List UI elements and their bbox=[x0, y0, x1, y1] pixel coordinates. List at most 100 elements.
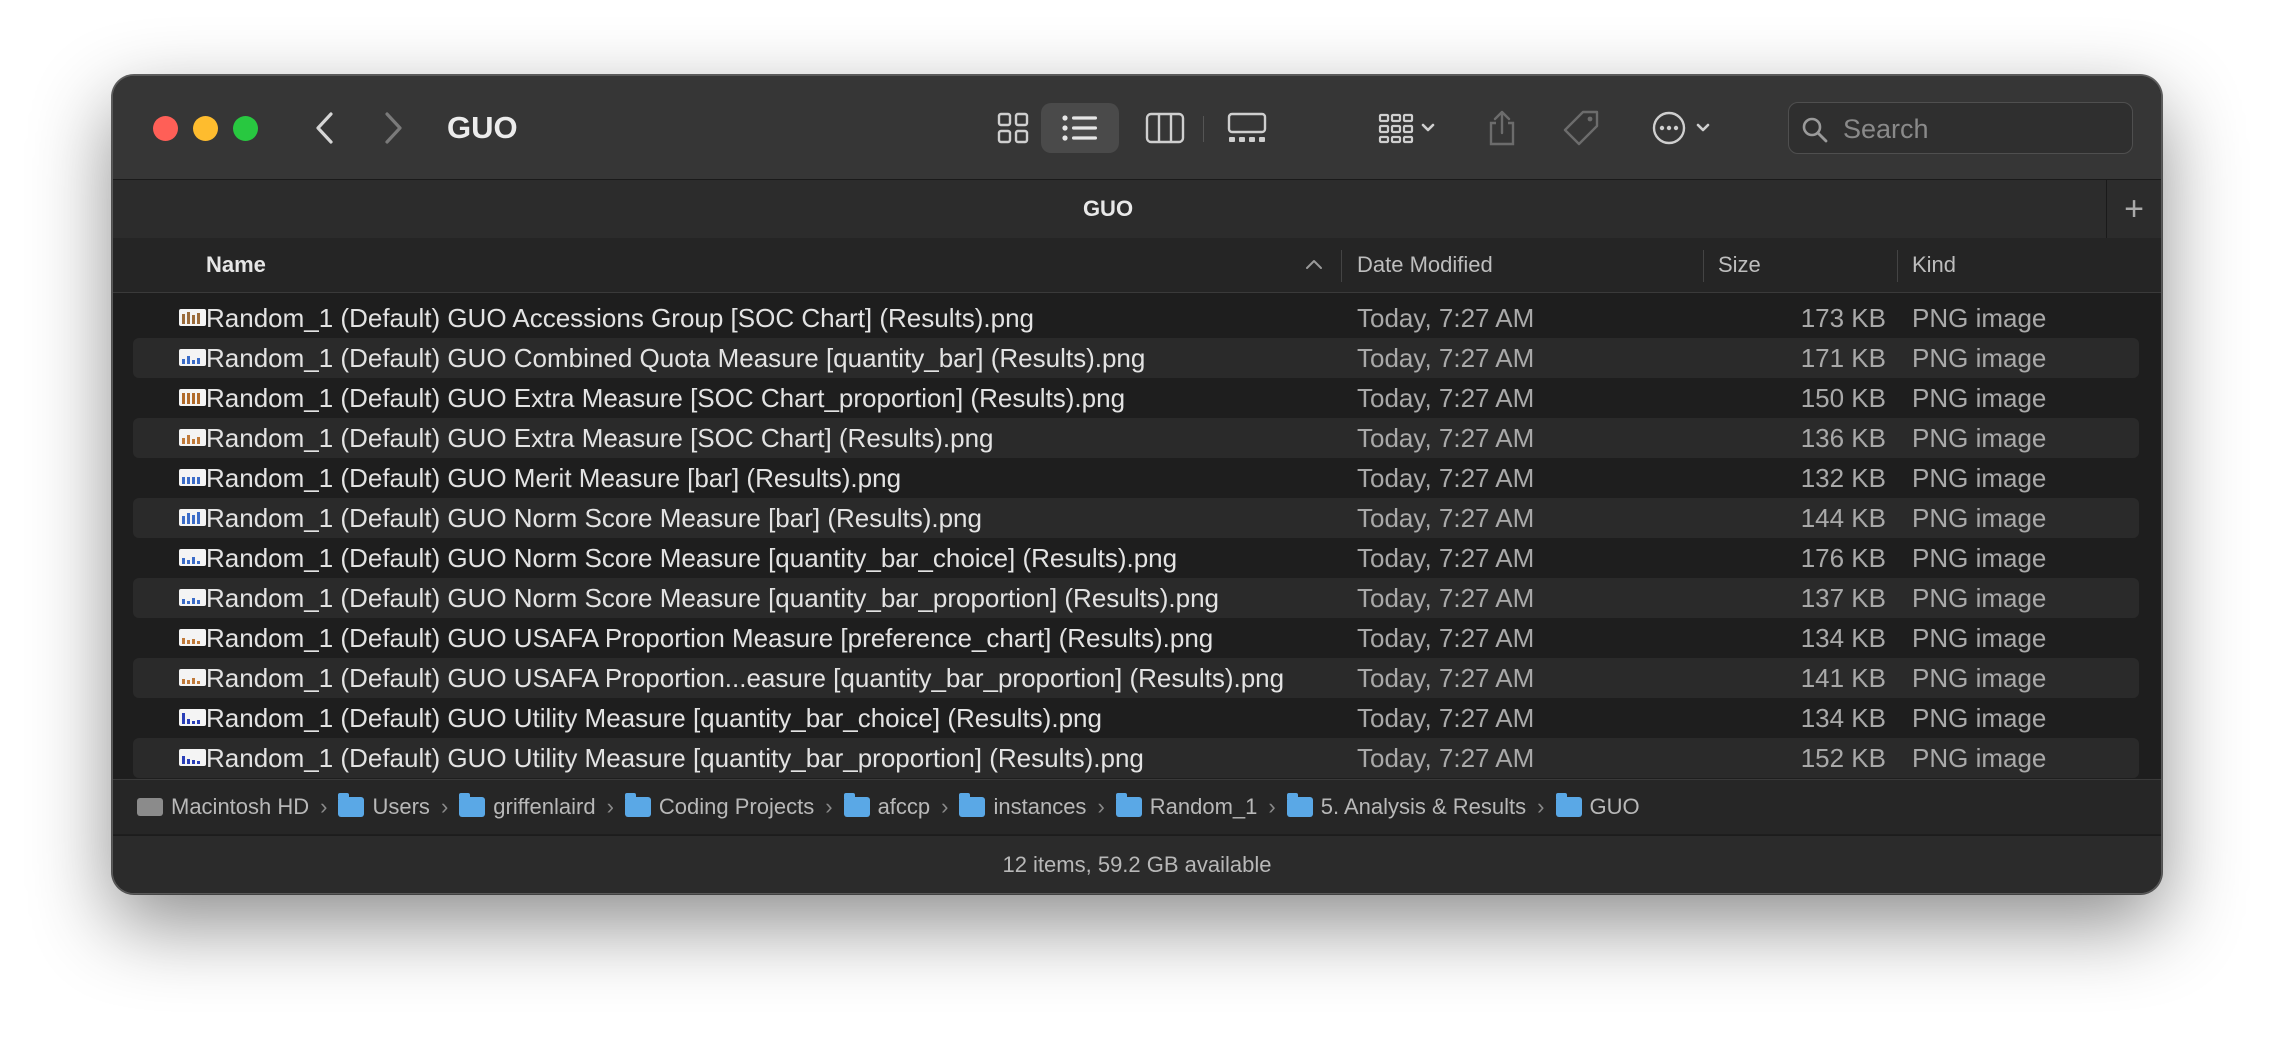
column-date-modified[interactable]: Date Modified bbox=[1357, 238, 1493, 292]
file-size: 144 KB bbox=[1800, 503, 1886, 533]
file-row[interactable]: Random_1 (Default) GUO Utility Measure [… bbox=[133, 738, 2139, 778]
file-row[interactable]: Random_1 (Default) GUO Utility Measure [… bbox=[133, 698, 2139, 738]
file-size: 137 KB bbox=[1800, 583, 1886, 613]
search-field[interactable] bbox=[1788, 102, 2133, 155]
gallery-view-button[interactable] bbox=[1207, 103, 1287, 153]
path-item-afccp[interactable]: afccp bbox=[843, 793, 930, 820]
path-chevron: › bbox=[1268, 794, 1276, 819]
file-size: 171 KB bbox=[1800, 343, 1886, 373]
file-kind: PNG image bbox=[1912, 543, 2047, 573]
path-item-instances[interactable]: instances bbox=[959, 793, 1086, 820]
more-actions-button[interactable] bbox=[1638, 103, 1728, 153]
file-kind: PNG image bbox=[1912, 583, 2047, 613]
column-view-button[interactable] bbox=[1125, 103, 1205, 153]
file-size: 150 KB bbox=[1800, 383, 1886, 413]
column-header: Name Date Modified Size Kind bbox=[113, 238, 2161, 293]
chevron-left-icon bbox=[316, 112, 333, 144]
path-item-random-1[interactable]: Random_1 bbox=[1115, 793, 1257, 820]
tag-button[interactable] bbox=[1551, 103, 1611, 153]
file-name: Random_1 (Default) GUO Norm Score Measur… bbox=[206, 543, 1178, 573]
drive-icon bbox=[137, 798, 163, 816]
sort-ascending-icon bbox=[1306, 260, 1322, 269]
column-separator[interactable] bbox=[1341, 250, 1342, 282]
png-file-icon bbox=[179, 549, 206, 566]
group-button[interactable] bbox=[1363, 103, 1453, 153]
file-name: Random_1 (Default) GUO Combined Quota Me… bbox=[206, 343, 1146, 373]
path-chevron: › bbox=[606, 794, 614, 819]
search-input[interactable] bbox=[1841, 103, 2125, 155]
file-date: Today, 7:27 AM bbox=[1357, 623, 1535, 653]
search-icon bbox=[1802, 117, 1828, 143]
file-date: Today, 7:27 AM bbox=[1357, 743, 1535, 773]
zoom-button[interactable] bbox=[233, 116, 258, 141]
file-list: Random_1 (Default) GUO Accessions Group … bbox=[113, 298, 2161, 778]
file-row[interactable]: Random_1 (Default) GUO Accessions Group … bbox=[133, 298, 2139, 338]
new-tab-button[interactable]: + bbox=[2106, 180, 2161, 238]
path-item-guo[interactable]: GUO bbox=[1555, 793, 1640, 820]
chevron-down-icon bbox=[1421, 123, 1435, 132]
column-separator[interactable] bbox=[1703, 250, 1704, 282]
file-kind: PNG image bbox=[1912, 343, 2047, 373]
file-kind: PNG image bbox=[1912, 423, 2047, 453]
file-name: Random_1 (Default) GUO Norm Score Measur… bbox=[206, 583, 1220, 613]
status-bar: 12 items, 59.2 GB available bbox=[113, 835, 2161, 893]
file-row[interactable]: Random_1 (Default) GUO USAFA Proportion … bbox=[133, 618, 2139, 658]
path-item-macintosh-hd[interactable]: Macintosh HD bbox=[137, 794, 309, 820]
column-kind[interactable]: Kind bbox=[1912, 238, 1956, 292]
path-chevron: › bbox=[1097, 794, 1105, 819]
path-chevron: › bbox=[440, 794, 449, 819]
path-chevron: › bbox=[941, 794, 949, 819]
file-row[interactable]: Random_1 (Default) GUO Extra Measure [SO… bbox=[133, 378, 2139, 418]
share-icon bbox=[1489, 110, 1515, 146]
png-file-icon bbox=[179, 349, 206, 366]
back-button[interactable] bbox=[303, 106, 347, 150]
file-size: 173 KB bbox=[1800, 303, 1886, 333]
share-button[interactable] bbox=[1477, 103, 1527, 153]
folder-icon bbox=[338, 793, 365, 817]
png-file-icon bbox=[179, 709, 206, 726]
status-text: 12 items, 59.2 GB available bbox=[1002, 852, 1272, 877]
file-kind: PNG image bbox=[1912, 383, 2047, 413]
file-row[interactable]: Random_1 (Default) GUO USAFA Proportion.… bbox=[133, 658, 2139, 698]
file-row[interactable]: Random_1 (Default) GUO Norm Score Measur… bbox=[133, 538, 2139, 578]
path-item-griffenlaird[interactable]: griffenlaird bbox=[459, 793, 596, 820]
gallery-view-icon bbox=[1227, 112, 1267, 142]
column-separator[interactable] bbox=[1897, 250, 1898, 282]
file-size: 136 KB bbox=[1800, 423, 1886, 453]
file-size: 141 KB bbox=[1800, 663, 1886, 693]
path-item-analysis-results[interactable]: 5. Analysis & Results bbox=[1286, 793, 1526, 820]
column-name[interactable]: Name bbox=[206, 238, 266, 292]
file-row[interactable]: Random_1 (Default) GUO Extra Measure [SO… bbox=[133, 418, 2139, 458]
tab-guo[interactable]: GUO bbox=[113, 180, 2103, 238]
file-row[interactable]: Random_1 (Default) GUO Combined Quota Me… bbox=[133, 338, 2139, 378]
file-name: Random_1 (Default) GUO Norm Score Measur… bbox=[206, 503, 982, 533]
file-date: Today, 7:27 AM bbox=[1357, 583, 1535, 613]
file-date: Today, 7:27 AM bbox=[1357, 343, 1535, 373]
png-file-icon bbox=[179, 509, 206, 526]
path-bar: Macintosh HD › Users › griffenlaird › Codin… bbox=[113, 779, 2161, 834]
file-row[interactable]: Random_1 (Default) GUO Norm Score Measur… bbox=[133, 498, 2139, 538]
file-size: 176 KB bbox=[1800, 543, 1886, 573]
file-size: 134 KB bbox=[1800, 623, 1886, 653]
file-name: Random_1 (Default) GUO Utility Measure [… bbox=[206, 703, 1102, 733]
file-row[interactable]: Random_1 (Default) GUO Norm Score Measur… bbox=[133, 578, 2139, 618]
png-file-icon bbox=[179, 389, 206, 406]
file-name: Random_1 (Default) GUO Extra Measure [SO… bbox=[206, 383, 1126, 413]
file-kind: PNG image bbox=[1912, 663, 2047, 693]
minimize-button[interactable] bbox=[193, 116, 218, 141]
path-chevron: › bbox=[1537, 794, 1545, 819]
tag-icon bbox=[1563, 110, 1599, 146]
folder-icon bbox=[1286, 793, 1313, 817]
path-item-users[interactable]: Users bbox=[338, 793, 430, 820]
more-actions-icon bbox=[1652, 111, 1710, 145]
list-view-button[interactable] bbox=[1041, 103, 1119, 153]
close-button[interactable] bbox=[153, 116, 178, 141]
folder-icon bbox=[624, 793, 651, 817]
path-item-coding-projects[interactable]: Coding Projects bbox=[624, 793, 814, 820]
column-size[interactable]: Size bbox=[1718, 238, 1761, 292]
forward-button[interactable] bbox=[371, 106, 415, 150]
file-size: 132 KB bbox=[1800, 463, 1886, 493]
png-file-icon bbox=[179, 429, 206, 446]
file-date: Today, 7:27 AM bbox=[1357, 463, 1535, 493]
file-row[interactable]: Random_1 (Default) GUO Merit Measure [ba… bbox=[133, 458, 2139, 498]
